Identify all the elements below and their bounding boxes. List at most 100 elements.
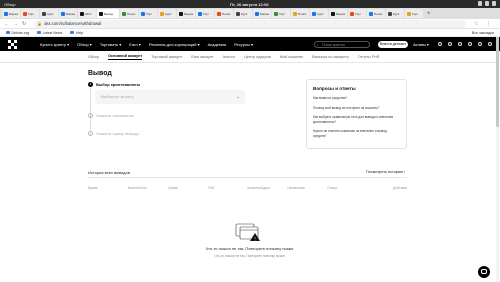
url-text[interactable]: okx.com/ru/balance/withdrawal xyxy=(44,21,101,26)
browser-tab[interactable]: Поиск xyxy=(215,9,233,18)
browser-tab[interactable]: Биржа xyxy=(329,9,347,18)
tab-label: Поиск xyxy=(127,11,136,16)
browser-tab[interactable]: Поиск xyxy=(367,9,385,18)
subnav-my-wallet[interactable]: Мой кошелек xyxy=(280,55,303,59)
faq-question-link[interactable]: Почему мой вывод не поступил на кошелек? xyxy=(313,106,400,111)
address-bar[interactable]: 🔒 okx.com/ru/balance/withdrawal xyxy=(34,20,466,28)
tab-favicon-icon xyxy=(312,11,316,16)
download-icon[interactable] xyxy=(458,41,462,46)
browser-tab-strip: Биржа Торг Курс Биржа OKX Вывод Поиск Торг Курс Б… xyxy=(0,8,500,19)
step-label: Укажите сумму вывода xyxy=(96,131,139,136)
scrollbar-thumb[interactable] xyxy=(496,37,499,127)
browser-tab[interactable]: Поиск xyxy=(120,9,138,18)
browser-tab[interactable]: Курс xyxy=(158,9,176,18)
step-number: 1 xyxy=(88,82,93,87)
subnav-funding-account[interactable]: Основной аккаунт xyxy=(107,54,143,60)
faq-question-link[interactable]: Как выбрать правильную сеть для вывода и… xyxy=(313,115,400,124)
browser-tab[interactable]: OKX xyxy=(78,9,96,18)
bookmark-star-icon[interactable]: ☆ xyxy=(474,21,478,27)
header-search-input[interactable]: ⌕ Поиск крипты xyxy=(314,40,370,48)
assets-dropdown[interactable]: Активы ▾ xyxy=(413,42,429,47)
column-header: Кошелек/Адрес xyxy=(247,186,271,190)
power-icon[interactable] xyxy=(492,1,496,6)
faq-question-link[interactable]: Нужно ли платить комиссию за внесение и … xyxy=(313,129,400,138)
settings-icon[interactable] xyxy=(488,41,492,46)
tab-favicon-icon xyxy=(293,11,297,16)
step-number: 2 xyxy=(88,113,93,118)
browser-tab[interactable]: Торг xyxy=(272,9,290,18)
tab-favicon-icon xyxy=(179,11,183,16)
menu-buy-crypto[interactable]: Купить крипту ▾ xyxy=(40,42,69,47)
tab-favicon-icon xyxy=(255,11,259,16)
browser-tab[interactable]: Курс xyxy=(310,9,328,18)
tab-label: Торг xyxy=(355,11,362,16)
tab-favicon-icon xyxy=(407,11,411,16)
deposit-button[interactable]: Внести депозит xyxy=(378,40,408,48)
volume-icon[interactable] xyxy=(485,1,489,6)
empty-state-subtitle: Что-то пошло не так. Повторите попытку п… xyxy=(214,254,286,258)
subnav-order-center[interactable]: Центр ордеров xyxy=(244,55,271,59)
browser-tab[interactable]: Биржа xyxy=(59,9,77,18)
activities-button[interactable]: Обзор xyxy=(4,2,16,7)
browser-tab[interactable]: Торг xyxy=(21,9,39,18)
tab-label: Поиск xyxy=(374,11,383,16)
step-label: Выбор криптовалюты xyxy=(96,82,141,87)
menu-trade[interactable]: Торговать ▾ xyxy=(100,42,121,47)
bookmark-item[interactable]: Help xyxy=(70,31,83,35)
bookmark-item[interactable]: Debian.org xyxy=(6,31,29,35)
system-tray[interactable] xyxy=(478,1,496,6)
notifications-icon[interactable] xyxy=(448,41,452,46)
reload-icon[interactable]: ↻ xyxy=(22,21,26,27)
browser-tab[interactable]: Курс xyxy=(386,9,404,18)
browser-tab[interactable]: Биржа xyxy=(2,9,20,18)
system-clock[interactable]: Пт, 26 августа 12:06 xyxy=(230,2,269,7)
chat-support-button[interactable] xyxy=(478,266,490,278)
tab-favicon-icon xyxy=(23,11,27,16)
all-bookmarks-folder[interactable]: Все закладки xyxy=(472,31,494,35)
tab-favicon-icon xyxy=(99,11,103,16)
browser-tab[interactable]: Курс xyxy=(40,9,58,18)
lock-icon[interactable]: 🔒 xyxy=(37,20,42,28)
browser-tab[interactable]: Курс xyxy=(234,9,252,18)
browser-tab[interactable]: Вывод xyxy=(97,9,119,18)
tab-favicon-icon xyxy=(141,11,145,16)
tab-label: Торг xyxy=(279,11,286,16)
okx-logo[interactable] xyxy=(8,40,17,49)
menu-corporate[interactable]: Решения для корпораций ▾ xyxy=(149,42,200,47)
forward-arrow-icon[interactable]: → xyxy=(13,21,18,27)
subnav-analog[interactable]: Аналог xyxy=(223,55,236,59)
browser-tab[interactable]: Торг xyxy=(348,9,366,18)
menu-overview[interactable]: Обзор ▾ xyxy=(77,42,92,47)
back-arrow-icon[interactable]: ← xyxy=(4,21,9,27)
tab-favicon-icon xyxy=(388,11,392,16)
tab-label: Торг xyxy=(203,11,210,16)
browser-tab[interactable]: Торг xyxy=(405,9,423,18)
steps-connector-line xyxy=(90,88,91,131)
subnav-earn-account[interactable]: Earn аккаунт xyxy=(191,55,213,59)
subnav-overview[interactable]: Обзор xyxy=(88,55,99,59)
help-icon[interactable] xyxy=(468,41,472,46)
profile-icon[interactable] xyxy=(438,41,442,46)
faq-question-link[interactable]: Как вывести средства? xyxy=(313,96,400,101)
page-scrollbar[interactable] xyxy=(496,37,499,282)
tab-label: Курс xyxy=(241,11,248,16)
subnav-pnl-reports[interactable]: Отчеты PnR xyxy=(358,55,380,59)
subnav-account-statement[interactable]: Выписка по аккаунту xyxy=(312,55,349,59)
new-tab-plus-icon[interactable]: + xyxy=(427,11,431,17)
browser-tab[interactable]: Торг xyxy=(196,9,214,18)
language-icon[interactable] xyxy=(478,41,482,46)
browser-tab[interactable]: Торг xyxy=(139,9,157,18)
browser-tab[interactable]: Биржа xyxy=(253,9,271,18)
tab-favicon-icon xyxy=(217,11,221,16)
bookmark-item[interactable]: Latest News xyxy=(37,31,62,35)
browser-tab[interactable]: Поиск xyxy=(291,9,309,18)
menu-resources[interactable]: Ресурсы ▾ xyxy=(234,42,253,47)
network-icon[interactable] xyxy=(478,1,482,6)
menu-academy[interactable]: Академия xyxy=(208,42,226,47)
menu-earn[interactable]: Earn ▾ xyxy=(129,42,141,47)
view-history-link[interactable]: Посмотреть историю › xyxy=(366,170,405,174)
browser-tab[interactable]: Биржа xyxy=(177,9,195,18)
browser-menu-icon[interactable]: ⋮ xyxy=(486,21,491,27)
subnav-trading-account[interactable]: Торговый аккаунт xyxy=(151,55,182,59)
crypto-select-dropdown[interactable]: Выберите монету ⌄ xyxy=(95,90,245,104)
